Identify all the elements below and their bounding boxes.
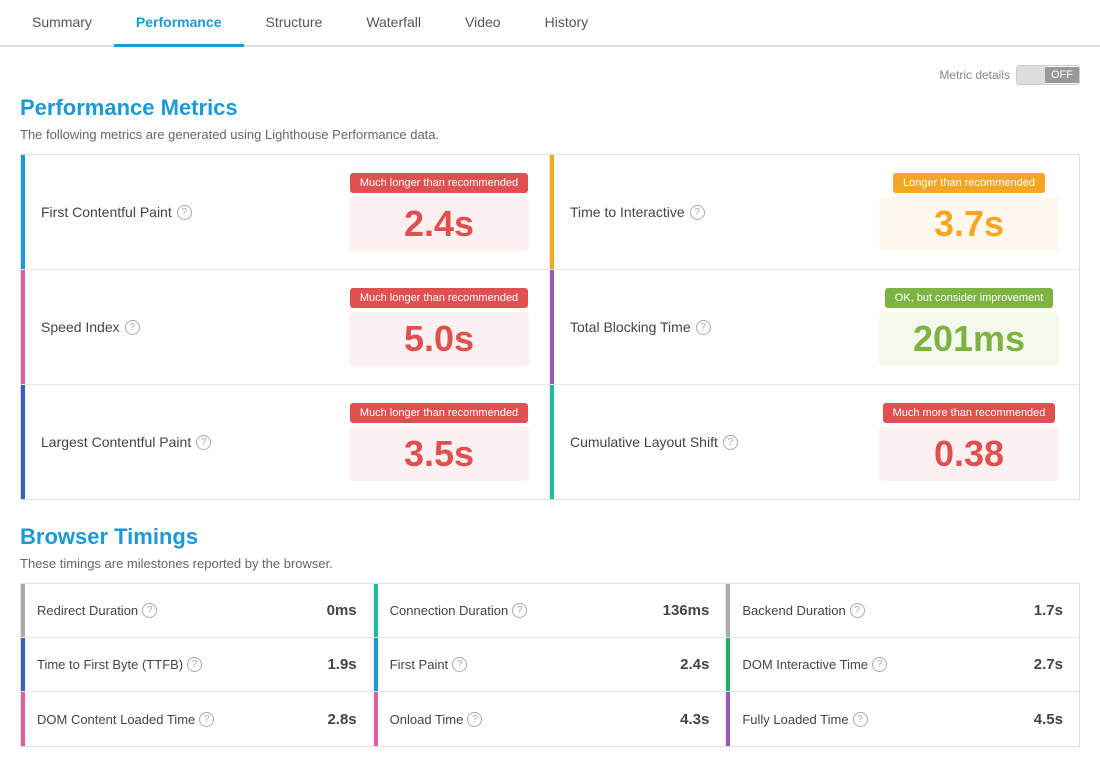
timing-cell-fullyloaded: Fully Loaded Time ? 4.5s — [726, 692, 1079, 746]
metric-name-si: Speed Index ? — [41, 319, 140, 335]
browser-timings-section: Browser Timings These timings are milest… — [20, 524, 1080, 747]
browser-timings-title: Browser Timings — [20, 524, 1080, 550]
tab-performance[interactable]: Performance — [114, 0, 244, 47]
timing-name-dominteractive: DOM Interactive Time ? — [742, 657, 887, 672]
tab-video[interactable]: Video — [443, 0, 523, 47]
browser-timings-grid: Redirect Duration ? 0ms Connection Durat… — [20, 583, 1080, 747]
metric-name-lcp: Largest Contentful Paint ? — [41, 434, 211, 450]
question-icon-onload[interactable]: ? — [467, 712, 482, 727]
metric-value-si: 5.0s — [349, 312, 529, 366]
main-content: Metric details OFF Performance Metrics T… — [0, 47, 1100, 765]
metric-value-fcp: 2.4s — [349, 197, 529, 251]
timing-value-firstpaint: 2.4s — [680, 656, 709, 673]
question-icon-firstpaint[interactable]: ? — [452, 657, 467, 672]
question-icon-domcontent[interactable]: ? — [199, 712, 214, 727]
timing-name-backend: Backend Duration ? — [742, 603, 864, 618]
timing-cell-domcontent: DOM Content Loaded Time ? 2.8s — [21, 692, 374, 746]
question-icon-connection[interactable]: ? — [512, 603, 527, 618]
timing-name-ttfb: Time to First Byte (TTFB) ? — [37, 657, 202, 672]
metric-cell-tti: Time to Interactive ? Longer than recomm… — [550, 155, 1079, 270]
metrics-grid: First Contentful Paint ? Much longer tha… — [20, 154, 1080, 500]
metric-value-box-si: Much longer than recommended 5.0s — [349, 288, 529, 366]
timing-name-domcontent: DOM Content Loaded Time ? — [37, 712, 214, 727]
timing-cell-dominteractive: DOM Interactive Time ? 2.7s — [726, 638, 1079, 692]
metric-value-tti: 3.7s — [879, 197, 1059, 251]
timing-value-fullyloaded: 4.5s — [1034, 711, 1063, 728]
timing-name-redirect: Redirect Duration ? — [37, 603, 157, 618]
toggle-track — [1017, 66, 1045, 84]
timing-value-dominteractive: 2.7s — [1034, 656, 1063, 673]
metric-name-fcp: First Contentful Paint ? — [41, 204, 192, 220]
metric-name-tti: Time to Interactive ? — [570, 204, 705, 220]
question-icon-fcp[interactable]: ? — [177, 205, 192, 220]
metric-badge-fcp: Much longer than recommended — [350, 173, 528, 193]
question-icon-backend[interactable]: ? — [850, 603, 865, 618]
metric-details-label: Metric details — [939, 68, 1010, 82]
metric-details-row: Metric details OFF — [20, 65, 1080, 85]
performance-metrics-desc: The following metrics are generated usin… — [20, 127, 1080, 142]
metric-value-box-cls: Much more than recommended 0.38 — [879, 403, 1059, 481]
timing-value-redirect: 0ms — [327, 602, 357, 619]
metric-cell-lcp: Largest Contentful Paint ? Much longer t… — [21, 385, 550, 499]
performance-metrics-title: Performance Metrics — [20, 95, 1080, 121]
metric-cell-fcp: First Contentful Paint ? Much longer tha… — [21, 155, 550, 270]
metric-value-lcp: 3.5s — [349, 427, 529, 481]
metric-value-box-tbt: OK, but consider improvement 201ms — [879, 288, 1059, 366]
browser-timings-desc: These timings are milestones reported by… — [20, 556, 1080, 571]
metric-value-tbt: 201ms — [879, 312, 1059, 366]
tab-summary[interactable]: Summary — [10, 0, 114, 47]
metric-badge-cls: Much more than recommended — [883, 403, 1056, 423]
metric-value-box-lcp: Much longer than recommended 3.5s — [349, 403, 529, 481]
metric-name-tbt: Total Blocking Time ? — [570, 319, 711, 335]
question-icon-tti[interactable]: ? — [690, 205, 705, 220]
timing-cell-backend: Backend Duration ? 1.7s — [726, 584, 1079, 638]
timing-name-firstpaint: First Paint ? — [390, 657, 468, 672]
metric-value-cls: 0.38 — [879, 427, 1059, 481]
timing-value-ttfb: 1.9s — [327, 656, 356, 673]
question-icon-tbt[interactable]: ? — [696, 320, 711, 335]
metric-badge-si: Much longer than recommended — [350, 288, 528, 308]
tab-history[interactable]: History — [523, 0, 611, 47]
metric-details-toggle[interactable]: OFF — [1016, 65, 1080, 85]
tab-structure[interactable]: Structure — [244, 0, 345, 47]
question-icon-si[interactable]: ? — [125, 320, 140, 335]
question-icon-dominteractive[interactable]: ? — [872, 657, 887, 672]
timing-cell-connection: Connection Duration ? 136ms — [374, 584, 727, 638]
metric-cell-tbt: Total Blocking Time ? OK, but consider i… — [550, 270, 1079, 385]
timing-value-backend: 1.7s — [1034, 602, 1063, 619]
timing-cell-onload: Onload Time ? 4.3s — [374, 692, 727, 746]
question-icon-redirect[interactable]: ? — [142, 603, 157, 618]
timing-value-domcontent: 2.8s — [327, 711, 356, 728]
timing-name-fullyloaded: Fully Loaded Time ? — [742, 712, 867, 727]
tab-waterfall[interactable]: Waterfall — [344, 0, 443, 47]
timing-name-onload: Onload Time ? — [390, 712, 483, 727]
question-icon-ttfb[interactable]: ? — [187, 657, 202, 672]
question-icon-lcp[interactable]: ? — [196, 435, 211, 450]
timing-cell-firstpaint: First Paint ? 2.4s — [374, 638, 727, 692]
metric-cell-cls: Cumulative Layout Shift ? Much more than… — [550, 385, 1079, 499]
metric-value-box-tti: Longer than recommended 3.7s — [879, 173, 1059, 251]
metric-badge-lcp: Much longer than recommended — [350, 403, 528, 423]
metric-badge-tti: Longer than recommended — [893, 173, 1045, 193]
metric-badge-tbt: OK, but consider improvement — [885, 288, 1054, 308]
question-icon-cls[interactable]: ? — [723, 435, 738, 450]
timing-cell-redirect: Redirect Duration ? 0ms — [21, 584, 374, 638]
metric-name-cls: Cumulative Layout Shift ? — [570, 434, 738, 450]
question-icon-fullyloaded[interactable]: ? — [853, 712, 868, 727]
timing-cell-ttfb: Time to First Byte (TTFB) ? 1.9s — [21, 638, 374, 692]
timing-name-connection: Connection Duration ? — [390, 603, 528, 618]
timing-value-onload: 4.3s — [680, 711, 709, 728]
metric-cell-si: Speed Index ? Much longer than recommend… — [21, 270, 550, 385]
metric-value-box-fcp: Much longer than recommended 2.4s — [349, 173, 529, 251]
tab-bar: SummaryPerformanceStructureWaterfallVide… — [0, 0, 1100, 47]
toggle-off-label: OFF — [1045, 67, 1079, 83]
timing-value-connection: 136ms — [663, 602, 710, 619]
